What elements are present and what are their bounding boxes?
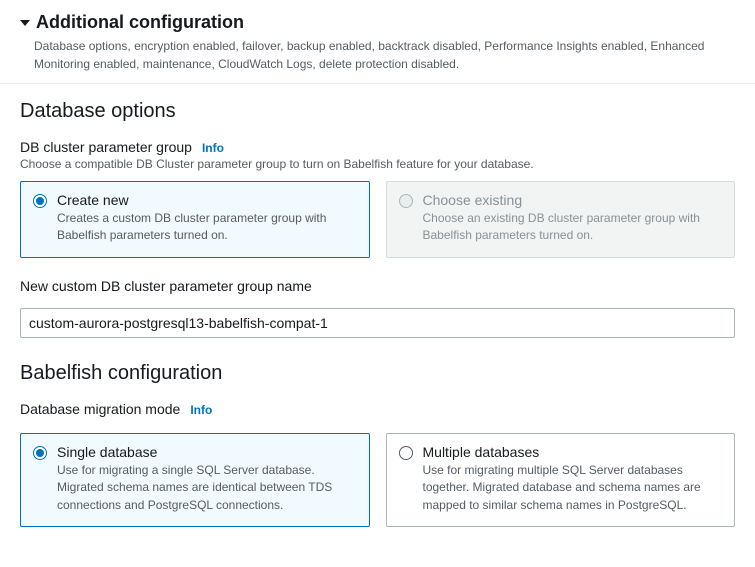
new-group-name-label: New custom DB cluster parameter group na… <box>20 278 735 294</box>
content-area: Database options DB cluster parameter gr… <box>0 84 755 567</box>
migration-mode-tile-single[interactable]: Single database Use for migrating a sing… <box>20 433 370 527</box>
param-group-label: DB cluster parameter group <box>20 139 192 155</box>
caret-down-icon <box>20 20 30 26</box>
param-group-hint: Choose a compatible DB Cluster parameter… <box>20 157 735 171</box>
section-title: Additional configuration <box>36 12 244 33</box>
param-group-info-link[interactable]: Info <box>202 141 224 155</box>
section-title-row[interactable]: Additional configuration <box>20 12 735 33</box>
section-subtitle: Database options, encryption enabled, fa… <box>34 37 735 73</box>
radio-icon <box>399 446 413 460</box>
param-group-tiles: Create new Creates a custom DB cluster p… <box>20 181 735 258</box>
database-options-heading: Database options <box>20 100 735 123</box>
tile-desc: Use for migrating a single SQL Server da… <box>57 462 357 514</box>
param-group-tile-choose-existing: Choose existing Choose an existing DB cl… <box>386 181 736 258</box>
migration-mode-tile-multiple[interactable]: Multiple databases Use for migrating mul… <box>386 433 736 527</box>
babelfish-config-heading: Babelfish configuration <box>20 362 735 385</box>
tile-title: Create new <box>57 192 357 208</box>
migration-mode-label: Database migration mode <box>20 401 180 417</box>
tile-title: Single database <box>57 444 357 460</box>
migration-mode-tiles: Single database Use for migrating a sing… <box>20 433 735 527</box>
radio-icon <box>399 194 413 208</box>
radio-icon <box>33 194 47 208</box>
radio-icon <box>33 446 47 460</box>
tile-desc: Use for migrating multiple SQL Server da… <box>423 462 723 514</box>
tile-title: Multiple databases <box>423 444 723 460</box>
additional-config-header: Additional configuration Database option… <box>0 0 755 84</box>
tile-desc: Choose an existing DB cluster parameter … <box>423 210 723 245</box>
migration-mode-info-link[interactable]: Info <box>190 403 212 417</box>
tile-desc: Creates a custom DB cluster parameter gr… <box>57 210 357 245</box>
param-group-tile-create-new[interactable]: Create new Creates a custom DB cluster p… <box>20 181 370 258</box>
new-group-name-input[interactable] <box>20 308 735 338</box>
tile-title: Choose existing <box>423 192 723 208</box>
